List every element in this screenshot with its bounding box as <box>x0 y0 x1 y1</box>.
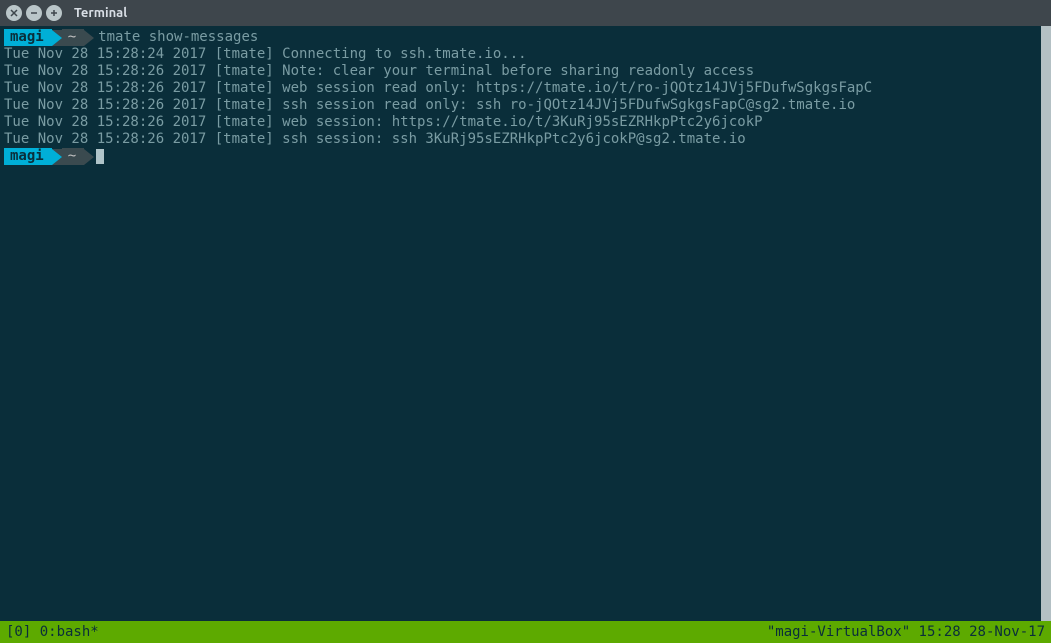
prompt-path: ~ <box>62 29 84 46</box>
prompt-separator-icon <box>52 149 62 165</box>
scrollbar[interactable] <box>1041 26 1051 621</box>
status-right: "magi-VirtualBox" 15:28 28-Nov-17 <box>767 621 1045 643</box>
command-text: tmate show-messages <box>98 29 258 46</box>
cursor <box>96 149 104 164</box>
maximize-button[interactable] <box>46 5 62 21</box>
minimize-icon <box>29 8 39 18</box>
prompt-path: ~ <box>62 148 84 165</box>
prompt-separator-icon <box>84 30 94 46</box>
maximize-icon <box>49 8 59 18</box>
output-line: Tue Nov 28 15:28:26 2017 [tmate] web ses… <box>4 80 1047 97</box>
prompt-separator-icon <box>52 30 62 46</box>
status-left: [0] 0:bash* <box>6 621 99 643</box>
minimize-button[interactable] <box>26 5 42 21</box>
scrollbar-thumb[interactable] <box>1041 26 1051 621</box>
terminal-area[interactable]: magi ~ tmate show-messages Tue Nov 28 15… <box>0 26 1051 621</box>
window-title: Terminal <box>74 6 127 20</box>
prompt-separator-icon <box>84 149 94 165</box>
prompt-line-1: magi ~ tmate show-messages <box>4 29 1047 46</box>
output-line: Tue Nov 28 15:28:26 2017 [tmate] Note: c… <box>4 63 1047 80</box>
prompt-line-2: magi ~ <box>4 148 1047 165</box>
output-line: Tue Nov 28 15:28:26 2017 [tmate] ssh ses… <box>4 131 1047 148</box>
output-line: Tue Nov 28 15:28:24 2017 [tmate] Connect… <box>4 46 1047 63</box>
output-line: Tue Nov 28 15:28:26 2017 [tmate] ssh ses… <box>4 97 1047 114</box>
title-bar: Terminal <box>0 0 1051 26</box>
tmux-status-bar: [0] 0:bash* "magi-VirtualBox" 15:28 28-N… <box>0 621 1051 643</box>
close-button[interactable] <box>6 5 22 21</box>
output-line: Tue Nov 28 15:28:26 2017 [tmate] web ses… <box>4 114 1047 131</box>
prompt-user: magi <box>4 29 52 46</box>
close-icon <box>9 8 19 18</box>
window-buttons <box>6 5 62 21</box>
prompt-user: magi <box>4 148 52 165</box>
